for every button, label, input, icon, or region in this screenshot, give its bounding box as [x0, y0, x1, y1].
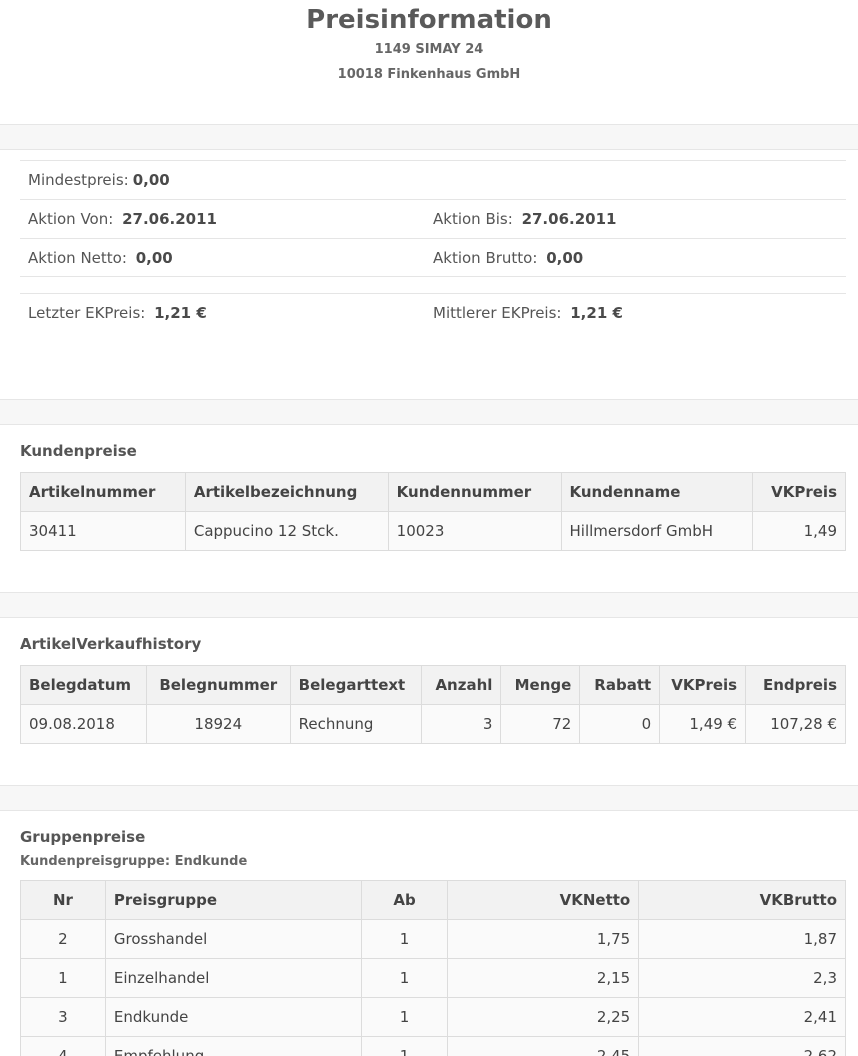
section-divider [0, 785, 858, 811]
info-row-aktion-datum: Aktion Von: 27.06.2011 Aktion Bis: 27.06… [20, 199, 846, 238]
column-header: VKBrutto [638, 880, 846, 920]
table-cell: 2,15 [447, 958, 640, 998]
table-cell: 18924 [145, 704, 291, 744]
table-cell: 1 [360, 958, 449, 998]
table-header-row: Belegdatum Belegnummer Belegarttext Anza… [20, 665, 846, 705]
kundenpreise-title: Kundenpreise [20, 442, 137, 460]
table-row: 09.08.2018 18924 Rechnung 3 72 0 1,49 € … [20, 704, 846, 744]
kundenpreise-table: Artikelnummer Artikelbezeichnung Kundenn… [20, 472, 846, 551]
column-header: Endpreis [745, 665, 846, 705]
column-header: Kundennummer [387, 472, 562, 512]
column-header: Ab [360, 880, 449, 920]
mindestpreis-label: Mindestpreis: [28, 171, 129, 189]
letzter-ek-value: 1,21 € [154, 304, 207, 322]
table-header-row: Artikelnummer Artikelbezeichnung Kundenn… [20, 472, 846, 512]
table-cell: 1,49 € [659, 704, 747, 744]
kundenpreisgruppe-label: Kundenpreisgruppe: Endkunde [20, 854, 248, 869]
table-cell: 1 [20, 958, 106, 998]
page-title: Preisinformation [306, 5, 552, 35]
article-line: 1149 SIMAY 24 [374, 42, 484, 57]
table-cell: 0 [579, 704, 661, 744]
table-row: 3 Endkunde 1 2,25 2,41 [20, 997, 846, 1037]
column-header: Belegdatum [20, 665, 147, 705]
table-cell: Einzelhandel [104, 958, 362, 998]
history-title: ArtikelVerkaufhistory [20, 635, 202, 653]
aktion-netto-value: 0,00 [135, 248, 173, 267]
column-header: Rabatt [579, 665, 661, 705]
kundenpreise-section: Kundenpreise Artikelnummer Artikelbezeic… [0, 425, 858, 592]
table-cell: 3 [20, 997, 106, 1037]
table-header-row: Nr Preisgruppe Ab VKNetto VKBrutto [20, 880, 846, 920]
table-cell: 1 [360, 1036, 449, 1056]
price-info-panel: Mindestpreis: 0,00 Aktion Von: 27.06.2011… [0, 150, 858, 399]
aktion-brutto-label: Aktion Brutto: [433, 248, 538, 267]
table-cell: Grosshandel [104, 919, 362, 959]
aktion-bis-label: Aktion Bis: [433, 210, 513, 228]
column-header: Artikelnummer [20, 472, 186, 512]
column-header: VKPreis [752, 472, 846, 512]
aktion-netto-label: Aktion Netto: [28, 248, 127, 267]
table-cell: 2,62 [638, 1036, 846, 1056]
column-header: Menge [500, 665, 581, 705]
table-cell: 30411 [20, 511, 186, 551]
table-cell: 2,3 [638, 958, 846, 998]
section-divider [0, 399, 858, 425]
column-header: Preisgruppe [104, 880, 362, 920]
table-cell: 1 [360, 997, 449, 1037]
info-row-mindestpreis: Mindestpreis: 0,00 [20, 160, 846, 199]
gruppenpreise-section: Gruppenpreise Kundenpreisgruppe: Endkund… [0, 811, 858, 1056]
column-header: Belegnummer [145, 665, 291, 705]
table-cell: 1,49 [752, 511, 846, 551]
table-cell: 72 [500, 704, 581, 744]
aktion-von-label: Aktion Von: [28, 210, 114, 228]
table-cell: 2,41 [638, 997, 846, 1037]
history-table: Belegdatum Belegnummer Belegarttext Anza… [20, 665, 846, 744]
table-cell: 2,45 [447, 1036, 640, 1056]
column-header: VKPreis [659, 665, 747, 705]
supplier-line: 10018 Finkenhaus GmbH [337, 67, 521, 82]
table-cell: 1 [360, 919, 449, 959]
gruppenpreise-title: Gruppenpreise [20, 828, 146, 846]
mittlerer-ek-value: 1,21 € [570, 304, 623, 322]
aktion-bis-value: 27.06.2011 [521, 210, 617, 228]
table-cell: 1,75 [447, 919, 640, 959]
mittlerer-ek-label: Mittlerer EKPreis: [433, 304, 562, 322]
table-cell: Hillmersdorf GmbH [560, 511, 754, 551]
table-row: 4 Empfehlung 1 2,45 2,62 [20, 1036, 846, 1056]
section-divider [0, 124, 858, 150]
aktion-von-value: 27.06.2011 [122, 210, 217, 228]
letzter-ek-label: Letzter EKPreis: [28, 304, 146, 322]
table-cell: 2 [20, 919, 106, 959]
table-cell: 107,28 € [745, 704, 846, 744]
column-header: Belegarttext [289, 665, 422, 705]
column-header: Anzahl [420, 665, 502, 705]
column-header: Kundenname [560, 472, 754, 512]
table-row: 30411 Cappucino 12 Stck. 10023 Hillmersd… [20, 511, 846, 551]
table-cell: 2,25 [447, 997, 640, 1037]
table-cell: Rechnung [289, 704, 422, 744]
page-header: Preisinformation 1149 SIMAY 24 10018 Fin… [0, 0, 858, 124]
column-header: Nr [20, 880, 106, 920]
aktion-brutto-value: 0,00 [546, 248, 584, 267]
table-cell: Endkunde [104, 997, 362, 1037]
table-row: 1 Einzelhandel 1 2,15 2,3 [20, 958, 846, 998]
table-cell: 3 [420, 704, 502, 744]
table-cell: Empfehlung [104, 1036, 362, 1056]
info-row-aktion-preis: Aktion Netto: 0,00 Aktion Brutto: 0,00 [20, 238, 846, 277]
table-cell: 10023 [387, 511, 562, 551]
info-row-ekpreis: Letzter EKPreis: 1,21 € Mittlerer EKPrei… [20, 293, 846, 332]
column-header: Artikelbezeichnung [184, 472, 389, 512]
section-divider [0, 592, 858, 618]
table-cell: 1,87 [638, 919, 846, 959]
history-section: ArtikelVerkaufhistory Belegdatum Belegnu… [0, 618, 858, 785]
mindestpreis-value: 0,00 [132, 171, 170, 189]
column-header: VKNetto [447, 880, 640, 920]
table-cell: 4 [20, 1036, 106, 1056]
table-cell: Cappucino 12 Stck. [184, 511, 389, 551]
table-cell: 09.08.2018 [20, 704, 147, 744]
gruppenpreise-table: Nr Preisgruppe Ab VKNetto VKBrutto 2 Gro… [20, 880, 846, 1056]
table-row: 2 Grosshandel 1 1,75 1,87 [20, 919, 846, 959]
